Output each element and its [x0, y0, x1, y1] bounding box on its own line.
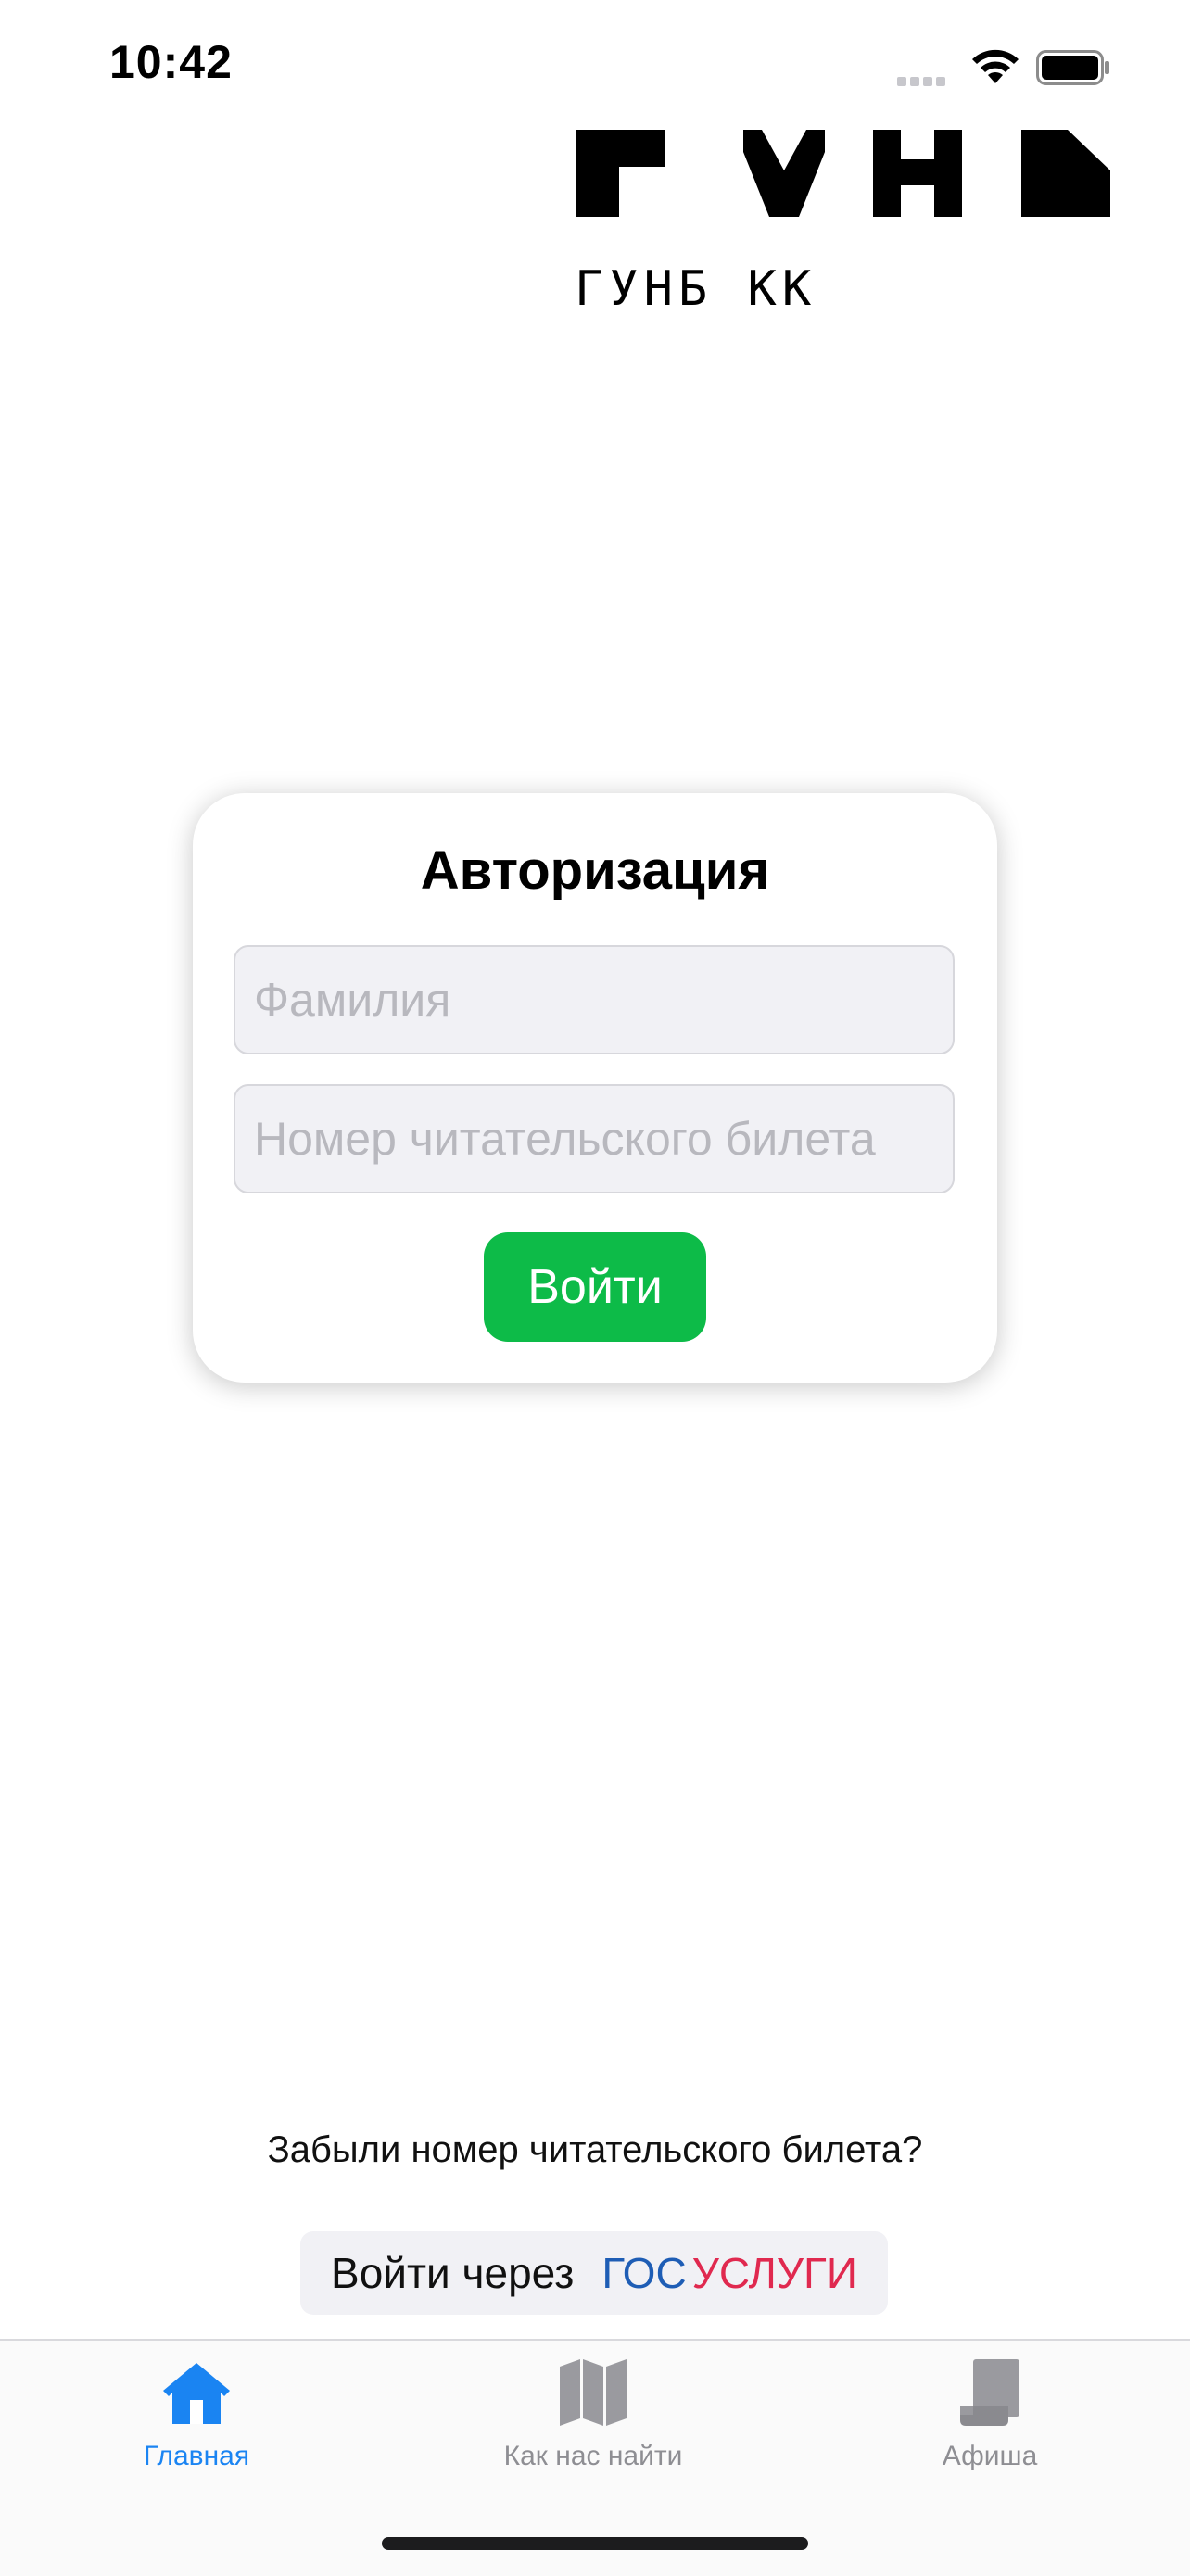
- map-icon: [560, 2359, 627, 2426]
- home-icon: [163, 2363, 230, 2424]
- gosuslugi-logo-uslugi: УСЛУГИ: [691, 2249, 857, 2297]
- auth-title: Авторизация: [420, 840, 770, 901]
- library-card-input[interactable]: [234, 1084, 955, 1193]
- gosuslugi-logo-gos: ГОС: [601, 2249, 687, 2297]
- tab-home-label: Главная: [143, 2441, 250, 2471]
- logo-caption: ГУНБ КК: [575, 261, 817, 317]
- gosuslugi-login-button[interactable]: Войти через ГОС УСЛУГИ: [300, 2231, 888, 2315]
- auth-card: Авторизация Войти: [193, 793, 997, 1383]
- tab-find-us[interactable]: Как нас найти: [454, 2357, 732, 2496]
- cellular-signal-icon: [897, 74, 953, 86]
- tab-poster-label: Афиша: [942, 2441, 1038, 2471]
- poster-icon: [960, 2359, 1019, 2426]
- status-time: 10:42: [109, 36, 233, 88]
- login-button[interactable]: Войти: [484, 1232, 706, 1342]
- home-indicator: [382, 2537, 808, 2550]
- forgot-card-number-link[interactable]: Забыли номер читательского билета?: [0, 2129, 1190, 2171]
- status-bar: 10:42: [0, 0, 1190, 130]
- wifi-icon: [972, 49, 1019, 83]
- battery-icon: [1036, 50, 1109, 85]
- tab-poster[interactable]: Афиша: [851, 2357, 1129, 2496]
- tab-find-us-label: Как нас найти: [503, 2441, 683, 2471]
- gosuslugi-prefix-label: Войти через: [331, 2249, 575, 2297]
- tab-home[interactable]: Главная: [57, 2357, 335, 2496]
- library-logo: [576, 130, 1110, 217]
- surname-input[interactable]: [234, 945, 955, 1054]
